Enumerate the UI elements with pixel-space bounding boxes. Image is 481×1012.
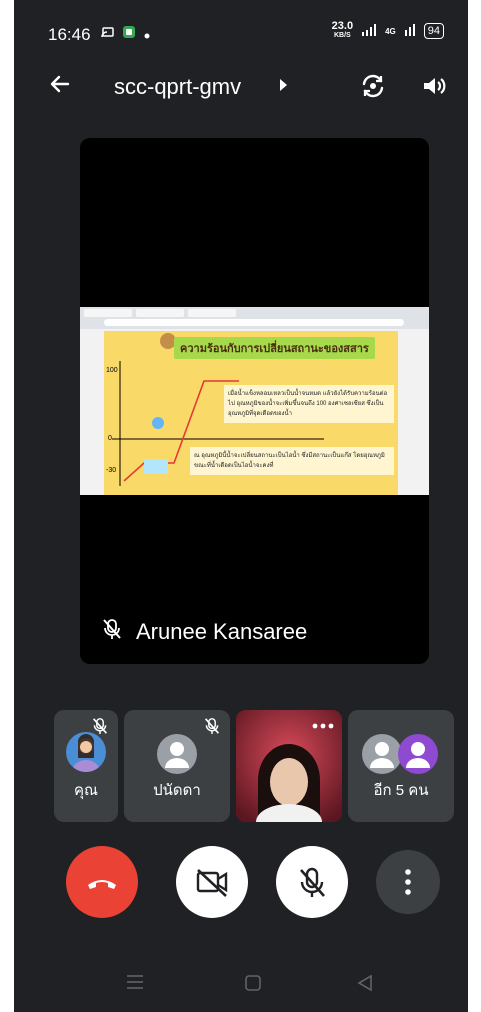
participant-video-tile[interactable] [236, 710, 342, 822]
home-icon[interactable] [244, 974, 262, 997]
avatar-self [66, 732, 106, 772]
mic-off-icon [204, 716, 220, 736]
presenter-name-row: Arunee Kansaree [102, 618, 307, 645]
battery-indicator: 94 [423, 23, 444, 39]
avatar-purple-icon [398, 734, 438, 774]
back-nav-icon[interactable] [356, 974, 374, 997]
data-speed-value: 23.0 [331, 20, 354, 32]
status-icons-right: 23.0 KB/S 4G 94 [331, 20, 444, 40]
mic-off-icon [300, 867, 325, 897]
back-arrow-icon[interactable] [48, 72, 72, 100]
call-controls [14, 846, 468, 920]
presenter-name: Arunee Kansaree [136, 618, 308, 644]
dot-icon [144, 26, 150, 44]
avatar-placeholder-icon [362, 734, 402, 774]
axis-label-100: 100 [106, 367, 118, 374]
end-call-button[interactable] [66, 846, 138, 918]
system-nav-bar [14, 944, 468, 1012]
slide-text-steam: ณ อุณหภูมินี้น้ำจะเปลี่ยนสถานะเป็นไอน้ำ … [190, 447, 394, 475]
phone-screen: 16:46 23.0 KB/S 4G 94 scc-qprt-gmv ความร… [14, 0, 468, 1012]
participant-strip: คุณ ปนัดดา อีก 5 คน [54, 710, 454, 822]
presentation-slide: ความร้อนกับการเปลี่ยนสถานะของสสาร 100 0 … [104, 331, 398, 495]
participant-label: คุณ [74, 782, 98, 799]
more-options-button[interactable] [376, 850, 440, 914]
meeting-code[interactable]: scc-qprt-gmv [114, 74, 241, 100]
more-participants-label: อีก 5 คน [373, 782, 429, 799]
status-icons-left [100, 25, 150, 44]
more-options-icon[interactable] [312, 716, 334, 734]
participant-label: ปนัดดา [153, 782, 201, 799]
browser-tab [188, 309, 236, 317]
slide-text-boiling: เมื่อน้ำแข็งหลอมเหลวเป็นน้ำจนหมด แล้วยัง… [224, 385, 394, 423]
signal-icon [361, 23, 377, 39]
switch-camera-icon[interactable] [359, 72, 387, 100]
browser-tab [136, 309, 184, 317]
browser-url [104, 319, 404, 326]
participant-tile[interactable]: ปนัดดา [124, 710, 230, 822]
recents-icon[interactable] [126, 974, 144, 995]
status-time: 16:46 [48, 25, 91, 44]
avatar-placeholder-icon [157, 734, 197, 774]
mic-off-icon [102, 618, 122, 645]
browser-bar [80, 307, 429, 329]
more-vert-icon [405, 869, 411, 895]
main-video-tile[interactable]: ความร้อนกับการเปลี่ยนสถานะของสสาร 100 0 … [80, 138, 429, 664]
axis-label-minus30: -30 [106, 467, 117, 474]
speaker-icon[interactable] [420, 72, 448, 100]
mic-toggle-button[interactable] [276, 846, 348, 918]
data-speed: 23.0 KB/S [331, 20, 354, 40]
signal-icon-2 [404, 23, 416, 39]
shared-screen: ความร้อนกับการเปลี่ยนสถานะของสสาร 100 0 … [80, 307, 429, 495]
status-bar: 16:46 23.0 KB/S 4G 94 [14, 0, 468, 66]
camera-off-icon [196, 869, 228, 897]
data-speed-unit: KB/S [334, 32, 351, 39]
axis-label-0: 0 [108, 435, 112, 442]
more-participants-tile[interactable]: อีก 5 คน [348, 710, 454, 822]
meet-app-icon [122, 25, 136, 44]
caret-right-icon[interactable] [278, 78, 288, 95]
camera-toggle-button[interactable] [176, 846, 248, 918]
browser-tab [84, 309, 132, 317]
network-type: 4G [385, 26, 396, 36]
participant-tile-self[interactable]: คุณ [54, 710, 118, 822]
cast-icon [100, 26, 114, 44]
hang-up-icon [88, 880, 116, 889]
meeting-header: scc-qprt-gmv [14, 66, 468, 110]
